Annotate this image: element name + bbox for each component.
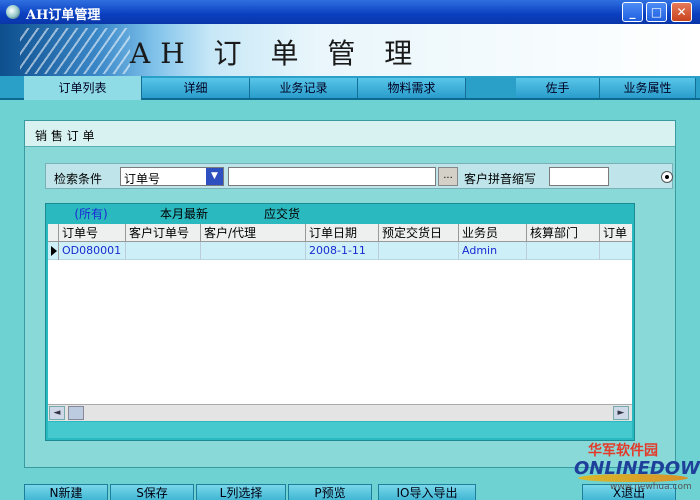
column-header-salesperson[interactable]: 业务员 (459, 224, 527, 242)
cell-delivery-date[interactable] (379, 242, 459, 260)
cell-order-no[interactable]: OD080001 (59, 242, 126, 260)
banner-graphic (20, 28, 130, 74)
window-title: AH订单管理 (26, 8, 101, 23)
column-header-customer-order-no[interactable]: 客户订单号 (126, 224, 201, 242)
grid-footer (48, 422, 632, 438)
watermark-url: www.newhua.com (610, 482, 692, 492)
scroll-thumb[interactable] (68, 406, 84, 420)
tab-assistant[interactable]: 佐手 (516, 78, 600, 98)
column-header-order-no[interactable]: 订单号 (59, 224, 126, 242)
scroll-right-icon[interactable]: ► (613, 406, 629, 420)
banner-title: AH 订 单 管 理 (130, 37, 423, 70)
column-header-customer-agent[interactable]: 客户/代理 (201, 224, 306, 242)
option-radio[interactable] (661, 171, 673, 183)
minimize-button[interactable]: _ (622, 2, 643, 22)
scroll-left-icon[interactable]: ◄ (49, 406, 65, 420)
current-row-arrow-icon (48, 242, 59, 260)
search-input[interactable] (228, 167, 436, 186)
column-header-order[interactable]: 订单 (600, 224, 632, 242)
search-bar: 检索条件 订单号 ▼ ... 客户拼音缩写 (45, 163, 673, 189)
horizontal-scrollbar[interactable]: ◄ ► (48, 404, 632, 421)
column-header-delivery-date[interactable]: 预定交货日 (379, 224, 459, 242)
filter-tab-this-month[interactable]: 本月最新 (134, 206, 234, 223)
maximize-button[interactable]: □ (646, 2, 667, 22)
column-select-button[interactable]: L列选择 (196, 484, 286, 500)
panel-title: 销 售 订 单 (35, 129, 95, 143)
cell-customer-agent[interactable] (201, 242, 306, 260)
order-table: 订单号 客户订单号 客户/代理 订单日期 预定交货日 业务员 核算部门 订单 O… (48, 224, 632, 404)
cell-salesperson[interactable]: Admin (459, 242, 527, 260)
cell-accounting-dept[interactable] (527, 242, 600, 260)
cell-order-date[interactable]: 2008-1-11 (306, 242, 379, 260)
watermark-en: ONLINEDOWN (574, 458, 700, 479)
tab-business-records[interactable]: 业务记录 (250, 78, 358, 98)
row-indicator-header (48, 224, 59, 242)
tab-business-attributes[interactable]: 业务属性 (600, 78, 696, 98)
column-header-order-date[interactable]: 订单日期 (306, 224, 379, 242)
condition-select-value: 订单号 (124, 172, 161, 186)
table-row[interactable]: OD080001 2008-1-11 Admin (48, 242, 632, 260)
table-header-row: 订单号 客户订单号 客户/代理 订单日期 预定交货日 业务员 核算部门 订单 (48, 224, 632, 242)
chevron-down-icon[interactable]: ▼ (206, 168, 223, 185)
window-titlebar[interactable]: AH订单管理 _ □ ✕ (0, 0, 700, 24)
save-button[interactable]: S保存 (110, 484, 194, 500)
panel-header: 销 售 订 单 (25, 121, 675, 147)
filter-tab-due[interactable]: 应交货 (234, 206, 330, 223)
cell-order[interactable] (600, 242, 632, 260)
import-export-button[interactable]: IO导入导出 (378, 484, 476, 500)
site-watermark: 华军软件园 ONLINEDOWN www.newhua.com (574, 440, 700, 496)
filter-tab-all[interactable]: (所有) (56, 206, 126, 223)
app-icon (6, 5, 20, 19)
new-button[interactable]: N新建 (24, 484, 108, 500)
order-grid: (所有) 本月最新 应交货 订单号 客户订单号 客户/代理 订单日期 预定交货日… (45, 203, 635, 441)
sales-order-panel: 销 售 订 单 检索条件 订单号 ▼ ... 客户拼音缩写 (所有) 本月最新 … (24, 120, 676, 468)
browse-button[interactable]: ... (438, 167, 458, 186)
cell-customer-order-no[interactable] (126, 242, 201, 260)
close-button[interactable]: ✕ (671, 2, 692, 22)
pinyin-label: 客户拼音缩写 (464, 172, 537, 186)
tab-material-needs[interactable]: 物料需求 (358, 78, 466, 98)
tab-order-list[interactable]: 订单列表 (24, 76, 142, 100)
condition-select[interactable]: 订单号 ▼ (120, 167, 224, 186)
condition-label: 检索条件 (54, 172, 103, 186)
app-banner: AH 订 单 管 理 (0, 24, 700, 76)
main-tab-bar: 订单列表 详细 业务记录 物料需求 佐手 业务属性 (0, 76, 700, 100)
pinyin-input[interactable] (549, 167, 609, 186)
tab-detail[interactable]: 详细 (142, 78, 250, 98)
column-header-accounting-dept[interactable]: 核算部门 (527, 224, 600, 242)
preview-button[interactable]: P预览 (288, 484, 372, 500)
watermark-cn: 华军软件园 (588, 443, 658, 459)
